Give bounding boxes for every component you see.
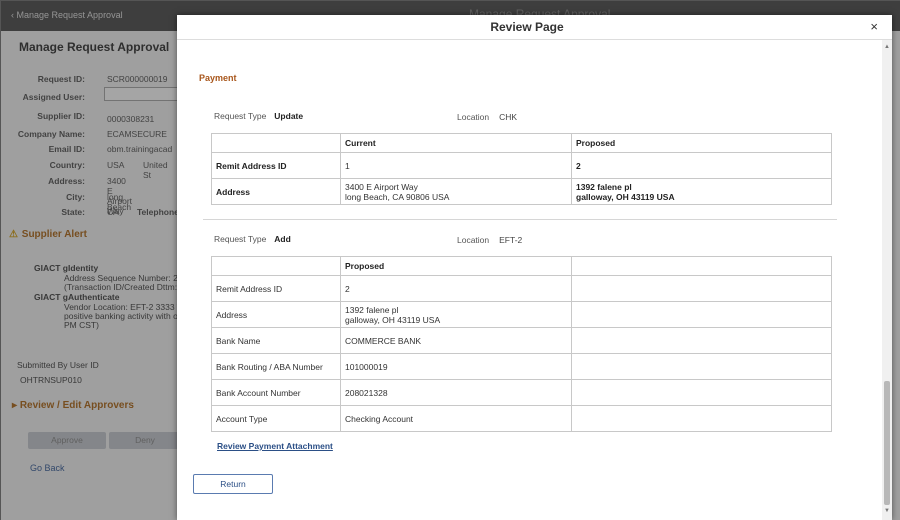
location-value: CHK (499, 112, 518, 122)
address-line: 1392 falene pl (576, 181, 632, 192)
current-value: 1 (340, 152, 572, 179)
address-line: galloway, OH 43119 USA (576, 191, 675, 202)
row-label: Bank Routing / ABA Number (211, 353, 341, 380)
table-row: Bank Account Number 208021328 (211, 379, 832, 406)
table-header-row: Current Proposed (211, 133, 832, 153)
update-request-type: Request Type Update (214, 111, 303, 121)
table-header-row: Proposed (211, 256, 832, 276)
table-row: Address 3400 E Airport Way long Beach, CA… (211, 178, 832, 205)
row-value: 2 (340, 275, 572, 302)
header-cell: Current (340, 133, 572, 153)
empty-cell (571, 405, 832, 432)
modal-header: Review Page × (177, 15, 892, 40)
location-label: Location (457, 235, 490, 245)
row-value: 101000019 (340, 353, 572, 380)
location-value: EFT-2 (499, 235, 523, 245)
modal-title: Review Page (490, 20, 564, 34)
update-location: Location CHK (457, 112, 517, 122)
header-cell: Proposed (340, 256, 572, 276)
review-page-modal: Review Page × Payment Request Type Update… (177, 15, 892, 520)
header-cell: Proposed (571, 133, 832, 153)
header-cell (571, 256, 832, 276)
section-divider (203, 219, 837, 220)
address-line: 3400 E Airport Way (345, 181, 418, 192)
row-value: COMMERCE BANK (340, 327, 572, 354)
scroll-up-icon[interactable]: ▲ (884, 44, 890, 50)
proposed-value: 2 (571, 152, 832, 179)
empty-cell (571, 379, 832, 406)
scroll-thumb[interactable] (884, 381, 890, 505)
current-address: 3400 E Airport Way long Beach, CA 90806 U… (340, 178, 572, 205)
payment-section-title: Payment (199, 73, 237, 83)
add-request-type: Request Type Add (214, 234, 291, 244)
request-type-label: Request Type (214, 234, 267, 244)
add-location: Location EFT-2 (457, 235, 522, 245)
empty-cell (571, 327, 832, 354)
row-label: Remit Address ID (211, 152, 341, 179)
review-payment-attachment-link[interactable]: Review Payment Attachment (217, 441, 333, 451)
address-line: galloway, OH 43119 USA (345, 314, 441, 325)
row-label: Address (211, 178, 341, 205)
empty-cell (571, 353, 832, 380)
row-label: Account Type (211, 405, 341, 432)
row-value: 1392 falene pl galloway, OH 43119 USA (340, 301, 572, 328)
address-line: long Beach, CA 90806 USA (345, 191, 450, 202)
return-button[interactable]: Return (193, 474, 273, 494)
row-label: Bank Account Number (211, 379, 341, 406)
header-cell (211, 256, 341, 276)
scroll-down-icon[interactable]: ▼ (884, 508, 890, 514)
empty-cell (571, 275, 832, 302)
row-label: Bank Name (211, 327, 341, 354)
table-row: Address 1392 falene pl galloway, OH 43119… (211, 301, 832, 328)
request-type-label: Request Type (214, 111, 267, 121)
empty-cell (571, 301, 832, 328)
table-row: Bank Routing / ABA Number 101000019 (211, 353, 832, 380)
location-label: Location (457, 112, 490, 122)
screen: ‹ Manage Request Approval Manage Request… (0, 0, 900, 520)
table-row: Remit Address ID 1 2 (211, 152, 832, 179)
header-cell (211, 133, 341, 153)
address-line: 1392 falene pl (345, 304, 399, 315)
add-table: Proposed Remit Address ID 2 Address 1392… (211, 256, 832, 432)
request-type-value: Update (274, 111, 304, 121)
table-row: Bank Name COMMERCE BANK (211, 327, 832, 354)
request-type-value: Add (274, 234, 291, 244)
close-icon[interactable]: × (870, 19, 878, 34)
table-row: Remit Address ID 2 (211, 275, 832, 302)
row-label: Remit Address ID (211, 275, 341, 302)
row-label: Address (211, 301, 341, 328)
proposed-address: 1392 falene pl galloway, OH 43119 USA (571, 178, 832, 205)
modal-scrollbar[interactable]: ▲ ▼ (882, 40, 892, 520)
update-table: Current Proposed Remit Address ID 1 2 Ad… (211, 133, 832, 205)
row-value: 208021328 (340, 379, 572, 406)
table-row: Account Type Checking Account (211, 405, 832, 432)
row-value: Checking Account (340, 405, 572, 432)
